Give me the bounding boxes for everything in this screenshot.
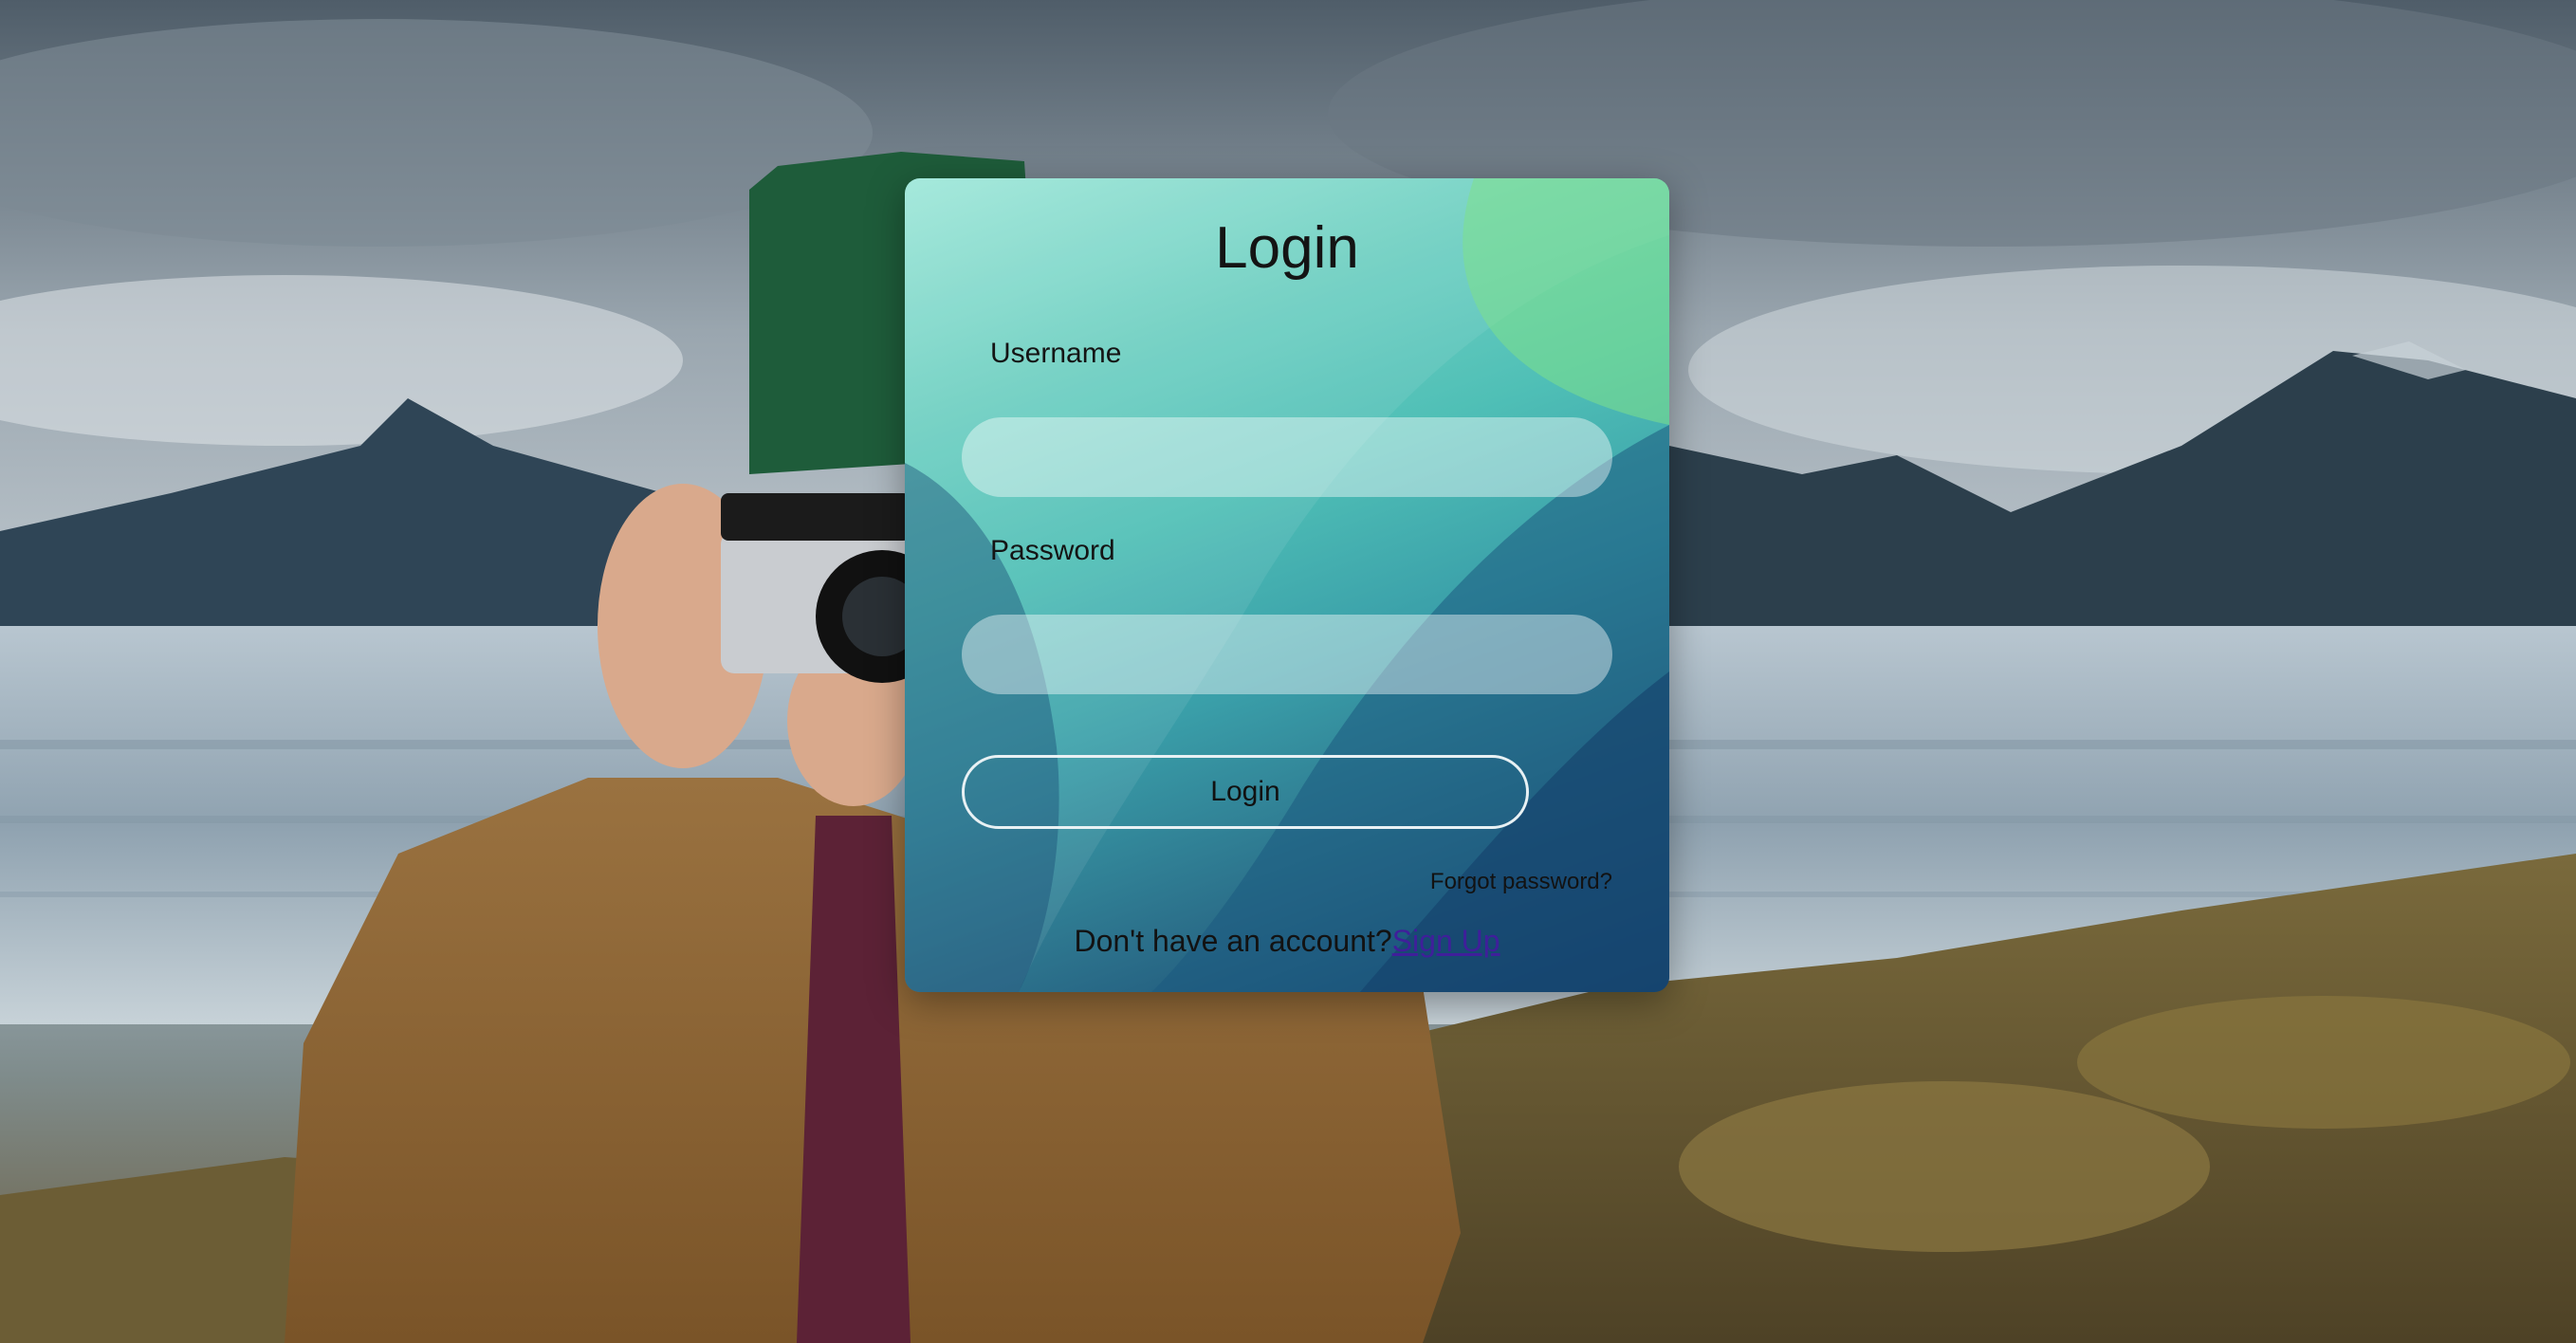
password-label: Password (990, 535, 1115, 566)
username-label: Username (990, 338, 1122, 369)
password-input[interactable] (962, 615, 1612, 694)
username-input[interactable] (962, 417, 1612, 497)
signup-link[interactable]: Sign Up (1392, 924, 1500, 958)
signup-row: Don't have an account?Sign Up (905, 924, 1669, 959)
signup-prompt: Don't have an account? (1074, 924, 1392, 958)
background-photo: Login Username Password Login Forgot pas… (0, 0, 2576, 1343)
login-card: Login Username Password Login Forgot pas… (905, 178, 1669, 992)
login-button[interactable]: Login (962, 755, 1529, 829)
login-title: Login (1215, 215, 1359, 281)
forgot-password-link[interactable]: Forgot password? (1430, 869, 1612, 895)
